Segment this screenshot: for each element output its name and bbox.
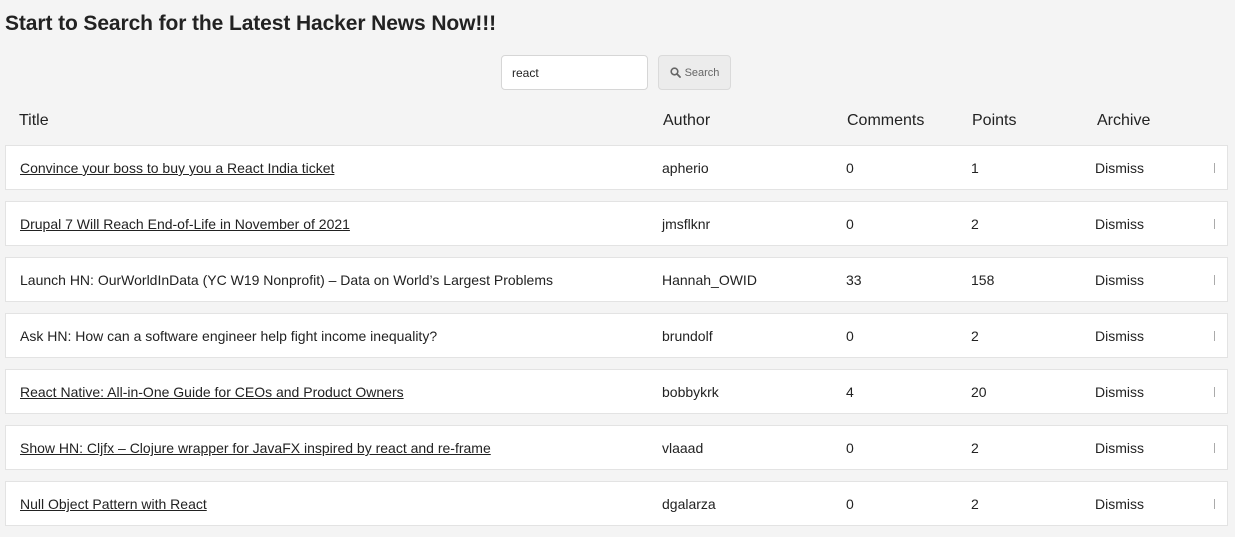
story-comments: 0	[846, 216, 854, 232]
story-author: jmsflknr	[662, 216, 711, 232]
search-icon	[669, 67, 681, 78]
table-row: React Native: All-in-One Guide for CEOs …	[5, 369, 1228, 414]
story-title[interactable]: Convince your boss to buy you a React In…	[20, 160, 334, 176]
column-header-title: Title	[19, 112, 49, 129]
search-button-label: Search	[684, 66, 720, 79]
search-button[interactable]: Search	[658, 55, 731, 90]
story-title: Launch HN: OurWorldInData (YC W19 Nonpro…	[20, 272, 554, 288]
row-edge-mark	[1214, 163, 1215, 173]
dismiss-button[interactable]: Dismiss	[1095, 328, 1144, 344]
search-form: Search	[501, 55, 731, 90]
story-comments: 0	[846, 160, 854, 176]
table-header: Title Author Comments Points Archive	[5, 110, 1228, 132]
table-row: Drupal 7 Will Reach End-of-Life in Novem…	[5, 201, 1228, 246]
page-title: Start to Search for the Latest Hacker Ne…	[5, 12, 497, 35]
dismiss-button[interactable]: Dismiss	[1095, 160, 1144, 176]
dismiss-button[interactable]: Dismiss	[1095, 216, 1144, 232]
story-comments: 4	[846, 384, 854, 400]
story-points: 158	[971, 272, 995, 288]
table-row: Ask HN: How can a software engineer help…	[5, 313, 1228, 358]
row-edge-mark	[1214, 499, 1215, 509]
dismiss-button[interactable]: Dismiss	[1095, 384, 1144, 400]
column-header-points: Points	[972, 112, 1017, 129]
story-title[interactable]: React Native: All-in-One Guide for CEOs …	[20, 384, 404, 400]
story-author: vlaaad	[662, 440, 704, 456]
story-title: Ask HN: How can a software engineer help…	[20, 328, 438, 344]
story-comments: 0	[846, 496, 854, 512]
dismiss-button[interactable]: Dismiss	[1095, 440, 1144, 456]
column-header-author: Author	[663, 112, 711, 129]
table-row: Show HN: Cljfx – Clojure wrapper for Jav…	[5, 425, 1228, 470]
story-table: Convince your boss to buy you a React In…	[5, 145, 1228, 537]
table-row: Null Object Pattern with React dgalarza …	[5, 481, 1228, 526]
row-edge-mark	[1214, 275, 1215, 285]
story-points: 2	[971, 328, 979, 344]
dismiss-button[interactable]: Dismiss	[1095, 496, 1144, 512]
column-header-archive: Archive	[1097, 112, 1151, 129]
story-comments: 0	[846, 328, 854, 344]
story-author: dgalarza	[662, 496, 716, 512]
search-input[interactable]	[501, 55, 648, 90]
dismiss-button[interactable]: Dismiss	[1095, 272, 1144, 288]
story-points: 1	[971, 160, 979, 176]
story-points: 2	[971, 440, 979, 456]
story-author: bobbykrk	[662, 384, 719, 400]
story-points: 2	[971, 216, 979, 232]
story-title[interactable]: Drupal 7 Will Reach End-of-Life in Novem…	[20, 216, 350, 232]
story-comments: 0	[846, 440, 854, 456]
story-comments: 33	[846, 272, 862, 288]
row-edge-mark	[1214, 331, 1215, 341]
row-edge-mark	[1214, 219, 1215, 229]
story-title[interactable]: Null Object Pattern with React	[20, 496, 207, 512]
story-author: brundolf	[662, 328, 713, 344]
row-edge-mark	[1214, 443, 1215, 453]
story-author: Hannah_OWID	[662, 272, 757, 288]
story-points: 20	[971, 384, 987, 400]
row-edge-mark	[1214, 387, 1215, 397]
story-author: apherio	[662, 160, 709, 176]
story-points: 2	[971, 496, 979, 512]
story-title[interactable]: Show HN: Cljfx – Clojure wrapper for Jav…	[20, 440, 491, 456]
column-header-comments: Comments	[847, 112, 925, 129]
table-row: Launch HN: OurWorldInData (YC W19 Nonpro…	[5, 257, 1228, 302]
table-row: Convince your boss to buy you a React In…	[5, 145, 1228, 190]
